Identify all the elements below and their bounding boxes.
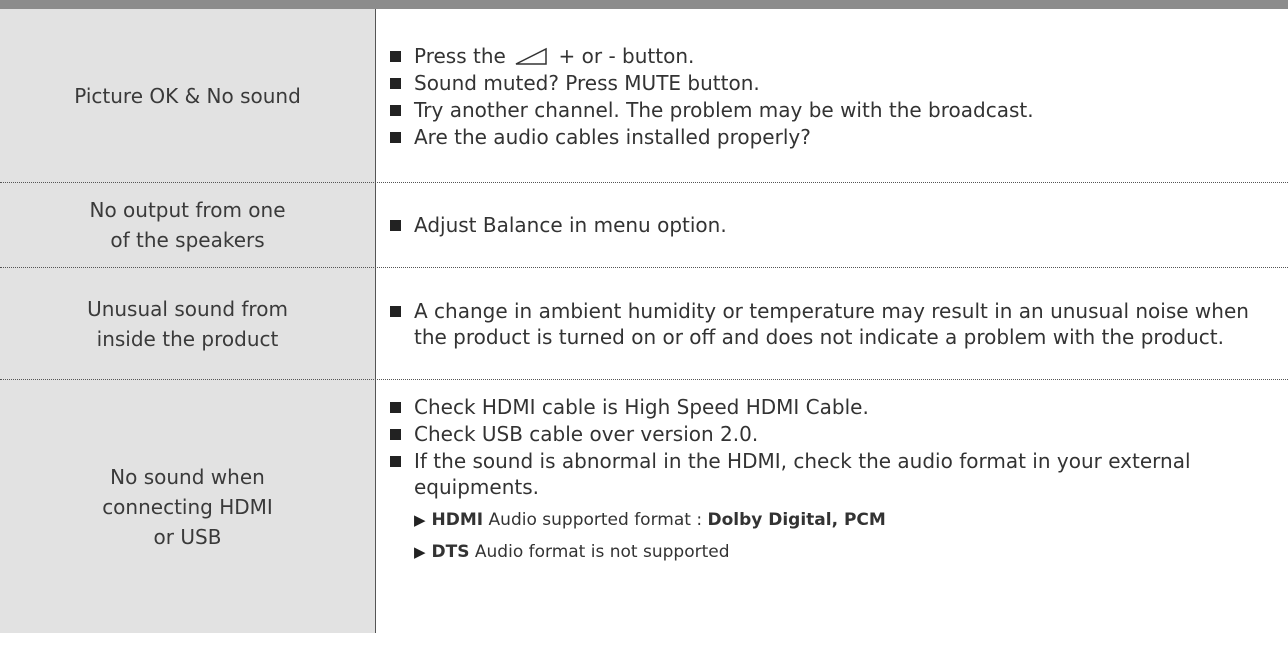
arrow-right-icon: ▶ — [414, 543, 426, 561]
square-bullet-icon — [390, 456, 401, 467]
solution-list: A change in ambient humidity or temperat… — [390, 268, 1268, 380]
list-item: If the sound is abnormal in the HDMI, ch… — [390, 448, 1268, 500]
square-bullet-icon — [390, 402, 401, 413]
problem-label: Unusual sound from inside the product — [87, 297, 288, 351]
bullet-text: A change in ambient humidity or temperat… — [414, 299, 1249, 349]
list-item: Check USB cable over version 2.0. — [390, 421, 1268, 447]
square-bullet-icon — [390, 50, 401, 62]
bullet-text: Adjust Balance in menu option. — [414, 213, 727, 237]
sub-item-text: Audio format is not supported — [474, 542, 730, 562]
problem-label: Picture OK & No sound — [74, 84, 301, 108]
table-row: Unusual sound from inside the product A … — [0, 268, 1288, 380]
bullet-text-after: + or - button. — [558, 43, 695, 68]
bullet-text: Check HDMI cable is High Speed HDMI Cabl… — [414, 395, 869, 419]
list-item: Sound muted? Press MUTE button. — [390, 70, 1268, 96]
square-bullet-icon — [390, 104, 401, 116]
sub-item-text: Audio supported format : — [488, 510, 703, 530]
solution-list: Press the + or - button. Sound muted? Pr… — [390, 9, 1268, 183]
list-item: Press the + or - button. — [390, 43, 1268, 69]
bullet-text: If the sound is abnormal in the HDMI, ch… — [414, 449, 1191, 499]
list-item: Adjust Balance in menu option. — [390, 212, 1268, 238]
table-row: No sound when connecting HDMI or USB Che… — [0, 380, 1288, 633]
arrow-right-icon: ▶ — [414, 511, 426, 529]
table-row: Picture OK & No sound Press the + or - b… — [0, 9, 1288, 183]
solution-list: Check HDMI cable is High Speed HDMI Cabl… — [390, 380, 1268, 647]
volume-icon — [515, 47, 547, 65]
bullet-text-before: Press the — [414, 43, 506, 68]
list-item: Try another channel. The problem may be … — [390, 97, 1268, 123]
problem-label: No sound when connecting HDMI or USB — [102, 464, 273, 549]
square-bullet-icon — [390, 77, 401, 89]
list-item: Check HDMI cable is High Speed HDMI Cabl… — [390, 394, 1268, 420]
table-top-bar — [0, 0, 1288, 9]
sub-item-bold: Dolby Digital, PCM — [707, 510, 886, 530]
bullet-text: Sound muted? Press MUTE button. — [414, 70, 760, 95]
square-bullet-icon — [390, 306, 401, 317]
square-bullet-icon — [390, 220, 401, 231]
bullet-text: Try another channel. The problem may be … — [414, 97, 1034, 122]
table-row: No output from one of the speakers Adjus… — [0, 183, 1288, 267]
bullet-text: Check USB cable over version 2.0. — [414, 422, 759, 446]
sub-item-bold: HDMI — [431, 510, 484, 530]
list-item: A change in ambient humidity or temperat… — [390, 298, 1268, 350]
sub-item-bold: DTS — [431, 542, 470, 562]
troubleshooting-table: Picture OK & No sound Press the + or - b… — [0, 9, 1288, 633]
solution-list: Adjust Balance in menu option. — [390, 183, 1268, 267]
problem-label: No output from one of the speakers — [89, 198, 286, 252]
sub-item: ▶ HDMI Audio supported format : Dolby Di… — [414, 508, 1268, 532]
sub-item: ▶ DTS Audio format is not supported — [414, 540, 1268, 564]
list-item: Are the audio cables installed properly? — [390, 124, 1268, 150]
square-bullet-icon — [390, 131, 401, 143]
square-bullet-icon — [390, 429, 401, 440]
bullet-text: Are the audio cables installed properly? — [414, 124, 811, 149]
